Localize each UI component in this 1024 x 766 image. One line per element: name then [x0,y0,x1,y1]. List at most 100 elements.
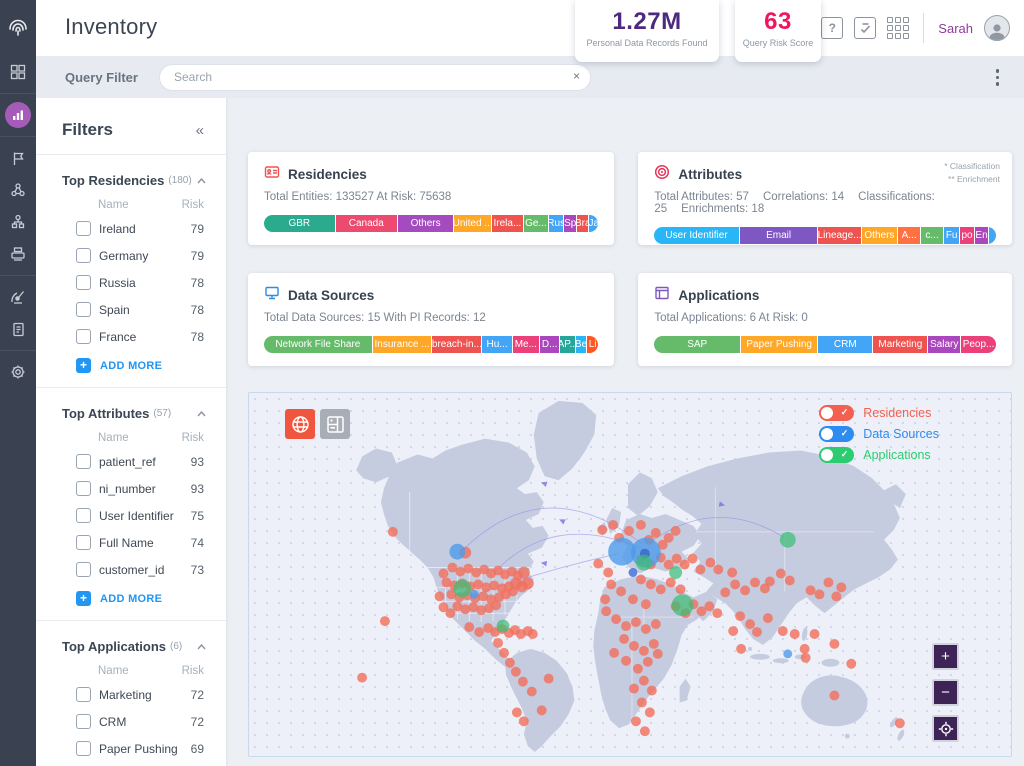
filter-section-header[interactable]: Top Attributes(57) [36,400,226,428]
residency-marker[interactable] [801,653,811,663]
data-source-marker[interactable] [629,568,638,577]
checkbox[interactable] [76,248,91,263]
chevron-up-icon[interactable] [197,637,206,655]
residency-marker[interactable] [611,614,621,624]
bar-segment-paper-pushing[interactable]: Paper Pushing [741,336,818,353]
residency-marker[interactable] [603,568,613,578]
residency-marker[interactable] [800,644,810,654]
residency-marker[interactable] [651,528,661,538]
application-marker[interactable] [672,594,694,616]
residency-marker[interactable] [606,579,616,589]
residency-marker[interactable] [445,608,455,618]
residency-marker[interactable] [765,576,775,586]
tasks-button[interactable] [854,17,876,39]
sidebar-item-policies[interactable] [0,144,36,172]
residency-marker[interactable] [829,639,839,649]
residency-marker[interactable] [621,656,631,666]
bar-segment-email[interactable]: Email [740,227,819,244]
residency-marker[interactable] [537,705,547,715]
bar-segment-insurance[interactable]: Insurance ... [373,336,433,353]
residency-marker[interactable] [518,677,528,687]
residency-marker[interactable] [388,527,398,537]
application-marker[interactable] [669,566,682,579]
residency-marker[interactable] [653,649,663,659]
residency-marker[interactable] [712,608,722,618]
residency-marker[interactable] [637,697,647,707]
residency-marker[interactable] [806,585,816,595]
residency-marker[interactable] [641,599,651,609]
residency-marker[interactable] [666,577,676,587]
residency-marker[interactable] [464,622,474,632]
bar-segment-ap[interactable]: AP... [560,336,576,353]
residency-marker[interactable] [508,586,518,596]
residency-marker[interactable] [704,601,714,611]
search-input[interactable] [159,64,591,91]
bar-segment-breach-in[interactable]: breach-in... [432,336,482,353]
bar-segment-en[interactable]: En [975,227,990,244]
residency-marker[interactable] [776,569,786,579]
data-source-marker[interactable] [470,590,479,599]
bar-segment-c[interactable]: c... [921,227,944,244]
filter-section-header[interactable]: Top Residencies(180) [36,167,226,195]
locate-button[interactable] [932,715,959,742]
sidebar-item-data-sources[interactable] [0,240,36,268]
residency-marker[interactable] [656,584,666,594]
residency-marker[interactable] [778,626,788,636]
sidebar-item-correlation[interactable] [0,176,36,204]
help-button[interactable]: ? [821,17,843,39]
residency-marker[interactable] [713,565,723,575]
bar-segment-sap[interactable]: SAP [654,336,741,353]
more-options-button[interactable] [994,67,1002,88]
sidebar-item-dashboard[interactable] [0,58,36,86]
residency-marker[interactable] [597,525,607,535]
residency-marker[interactable] [435,591,445,601]
sidebar-item-settings[interactable] [0,358,36,386]
application-marker[interactable] [780,532,796,548]
residency-marker[interactable] [609,648,619,658]
bar-segment-crm[interactable]: CRM [818,336,873,353]
residency-marker[interactable] [640,726,650,736]
residency-marker[interactable] [616,586,626,596]
sidebar-item-scans[interactable] [0,283,36,311]
toggle-data-sources[interactable]: ✓ [819,426,854,442]
residency-marker[interactable] [651,619,661,629]
map-view-globe-button[interactable] [285,409,315,439]
residency-marker[interactable] [639,646,649,656]
residency-marker[interactable] [641,624,651,634]
residency-marker[interactable] [519,716,529,726]
residency-marker[interactable] [785,575,795,585]
bar-segment-canada[interactable]: Canada [336,215,398,232]
bar-segment-network-file-share[interactable]: Network File Share [264,336,373,353]
bar-segment-peop[interactable]: Peop... [961,336,996,353]
avatar[interactable] [984,15,1010,41]
checkbox[interactable] [76,535,91,550]
residency-marker[interactable] [736,644,746,654]
bar-segment-rus[interactable]: Rus [549,215,564,232]
residency-marker[interactable] [511,667,521,677]
application-marker[interactable] [453,579,471,597]
sidebar-item-reports[interactable] [0,315,36,343]
add-more-button[interactable]: +ADD MORE [36,583,226,610]
bar-segment-a[interactable]: A... [898,227,921,244]
residency-marker[interactable] [647,686,657,696]
collapse-panel-button[interactable]: « [196,122,204,139]
residency-marker[interactable] [636,575,646,585]
map-view-chart-button[interactable] [320,409,350,439]
sidebar-item-cluster[interactable] [0,208,36,236]
residency-marker[interactable] [643,657,653,667]
residency-marker[interactable] [439,569,449,579]
bar-segment-ja[interactable]: Ja [589,215,598,232]
residency-marker[interactable] [745,619,755,629]
user-name[interactable]: Sarah [938,21,973,36]
bar-segment-end[interactable] [989,227,996,244]
apps-grid-button[interactable] [887,17,909,39]
chevron-up-icon[interactable] [197,404,206,422]
world-map[interactable]: ✓Residencies✓Data Sources✓Applications +… [248,392,1012,757]
bar-segment-gbr[interactable]: GBR [264,215,336,232]
residency-marker[interactable] [474,627,484,637]
checkbox[interactable] [76,329,91,344]
bar-segment-po[interactable]: po [960,227,975,244]
checkbox[interactable] [76,741,91,756]
residency-marker[interactable] [727,568,737,578]
bar-segment-others[interactable]: Others [862,227,898,244]
